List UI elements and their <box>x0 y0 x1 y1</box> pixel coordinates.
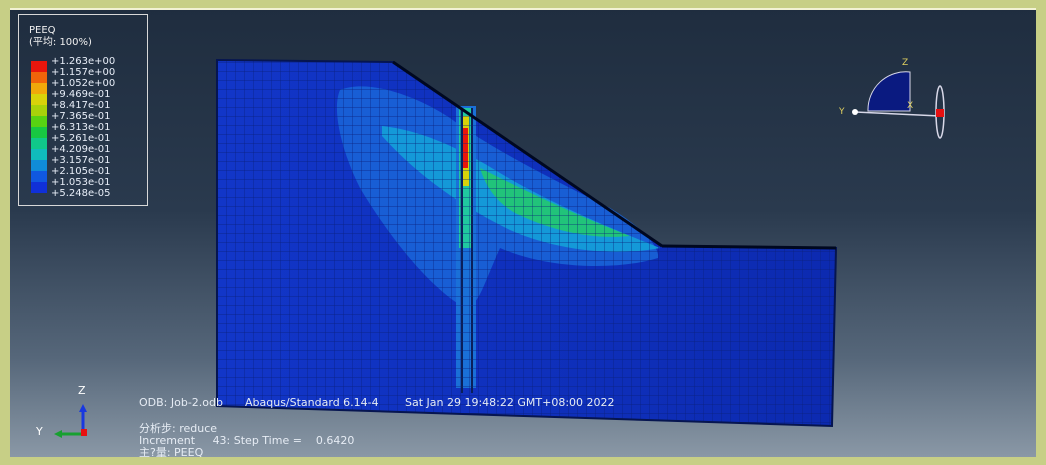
legend-swatch <box>31 83 47 94</box>
legend-swatch <box>31 160 47 171</box>
legend-value: +1.053e-01 <box>51 177 111 188</box>
triad-y-label: Y <box>36 425 43 438</box>
view-triad-y-label: Y <box>839 107 845 117</box>
legend-values: +1.263e+00 +1.157e+00 +1.052e+00 +9.469e-01… <box>51 56 115 199</box>
legend-swatch <box>31 94 47 105</box>
viewport[interactable]: PEEQ (平均: 100%) +1.263e+00 +1.157e+00 +1.0… <box>10 8 1036 457</box>
odb-name: ODB: Job-2.odb <box>139 396 223 409</box>
fem-model-view[interactable] <box>10 8 1036 457</box>
legend-swatch <box>31 72 47 83</box>
legend-swatches <box>31 61 47 193</box>
job-timestamp: Sat Jan 29 19:48:22 GMT+08:00 2022 <box>405 396 615 409</box>
legend-value: +7.365e-01 <box>51 111 111 122</box>
legend-swatch <box>31 182 47 193</box>
legend-value: +1.263e+00 <box>51 56 116 67</box>
legend-value: +1.157e+00 <box>51 67 116 78</box>
view-triad-z-label: Z <box>902 58 909 68</box>
solver-version: Abaqus/Standard 6.14-4 <box>245 396 379 409</box>
slope-toe-edge <box>661 244 837 250</box>
legend-swatch <box>31 171 47 182</box>
view-triad-x-label: X <box>907 101 914 111</box>
axis-triad <box>54 404 87 438</box>
legend-value: +9.469e-01 <box>51 89 111 100</box>
legend-swatch <box>31 61 47 72</box>
legend-swatch <box>31 116 47 127</box>
legend-value: +8.417e-01 <box>51 100 111 111</box>
legend-value: +1.052e+00 <box>51 78 116 89</box>
legend-swatch <box>31 138 47 149</box>
legend-value: +6.313e-01 <box>51 122 111 133</box>
contour-legend: PEEQ (平均: 100%) +1.263e+00 +1.157e+00 +1.0… <box>18 14 148 206</box>
legend-title: PEEQ <box>29 25 56 36</box>
legend-value: +4.209e-01 <box>51 144 111 155</box>
triad-z-label: Z <box>78 384 86 397</box>
legend-subtitle: (平均: 100%) <box>29 37 92 48</box>
mesh-grid <box>217 60 836 426</box>
view-triad[interactable] <box>852 71 945 139</box>
legend-value: +2.105e-01 <box>51 166 111 177</box>
legend-value: +5.261e-01 <box>51 133 111 144</box>
legend-swatch <box>31 127 47 138</box>
legend-swatch <box>31 105 47 116</box>
primary-variable: 主?量: PEEQ <box>139 446 204 458</box>
legend-value: +3.157e-01 <box>51 155 111 166</box>
legend-value: +5.248e-05 <box>51 188 111 199</box>
legend-swatch <box>31 149 47 160</box>
